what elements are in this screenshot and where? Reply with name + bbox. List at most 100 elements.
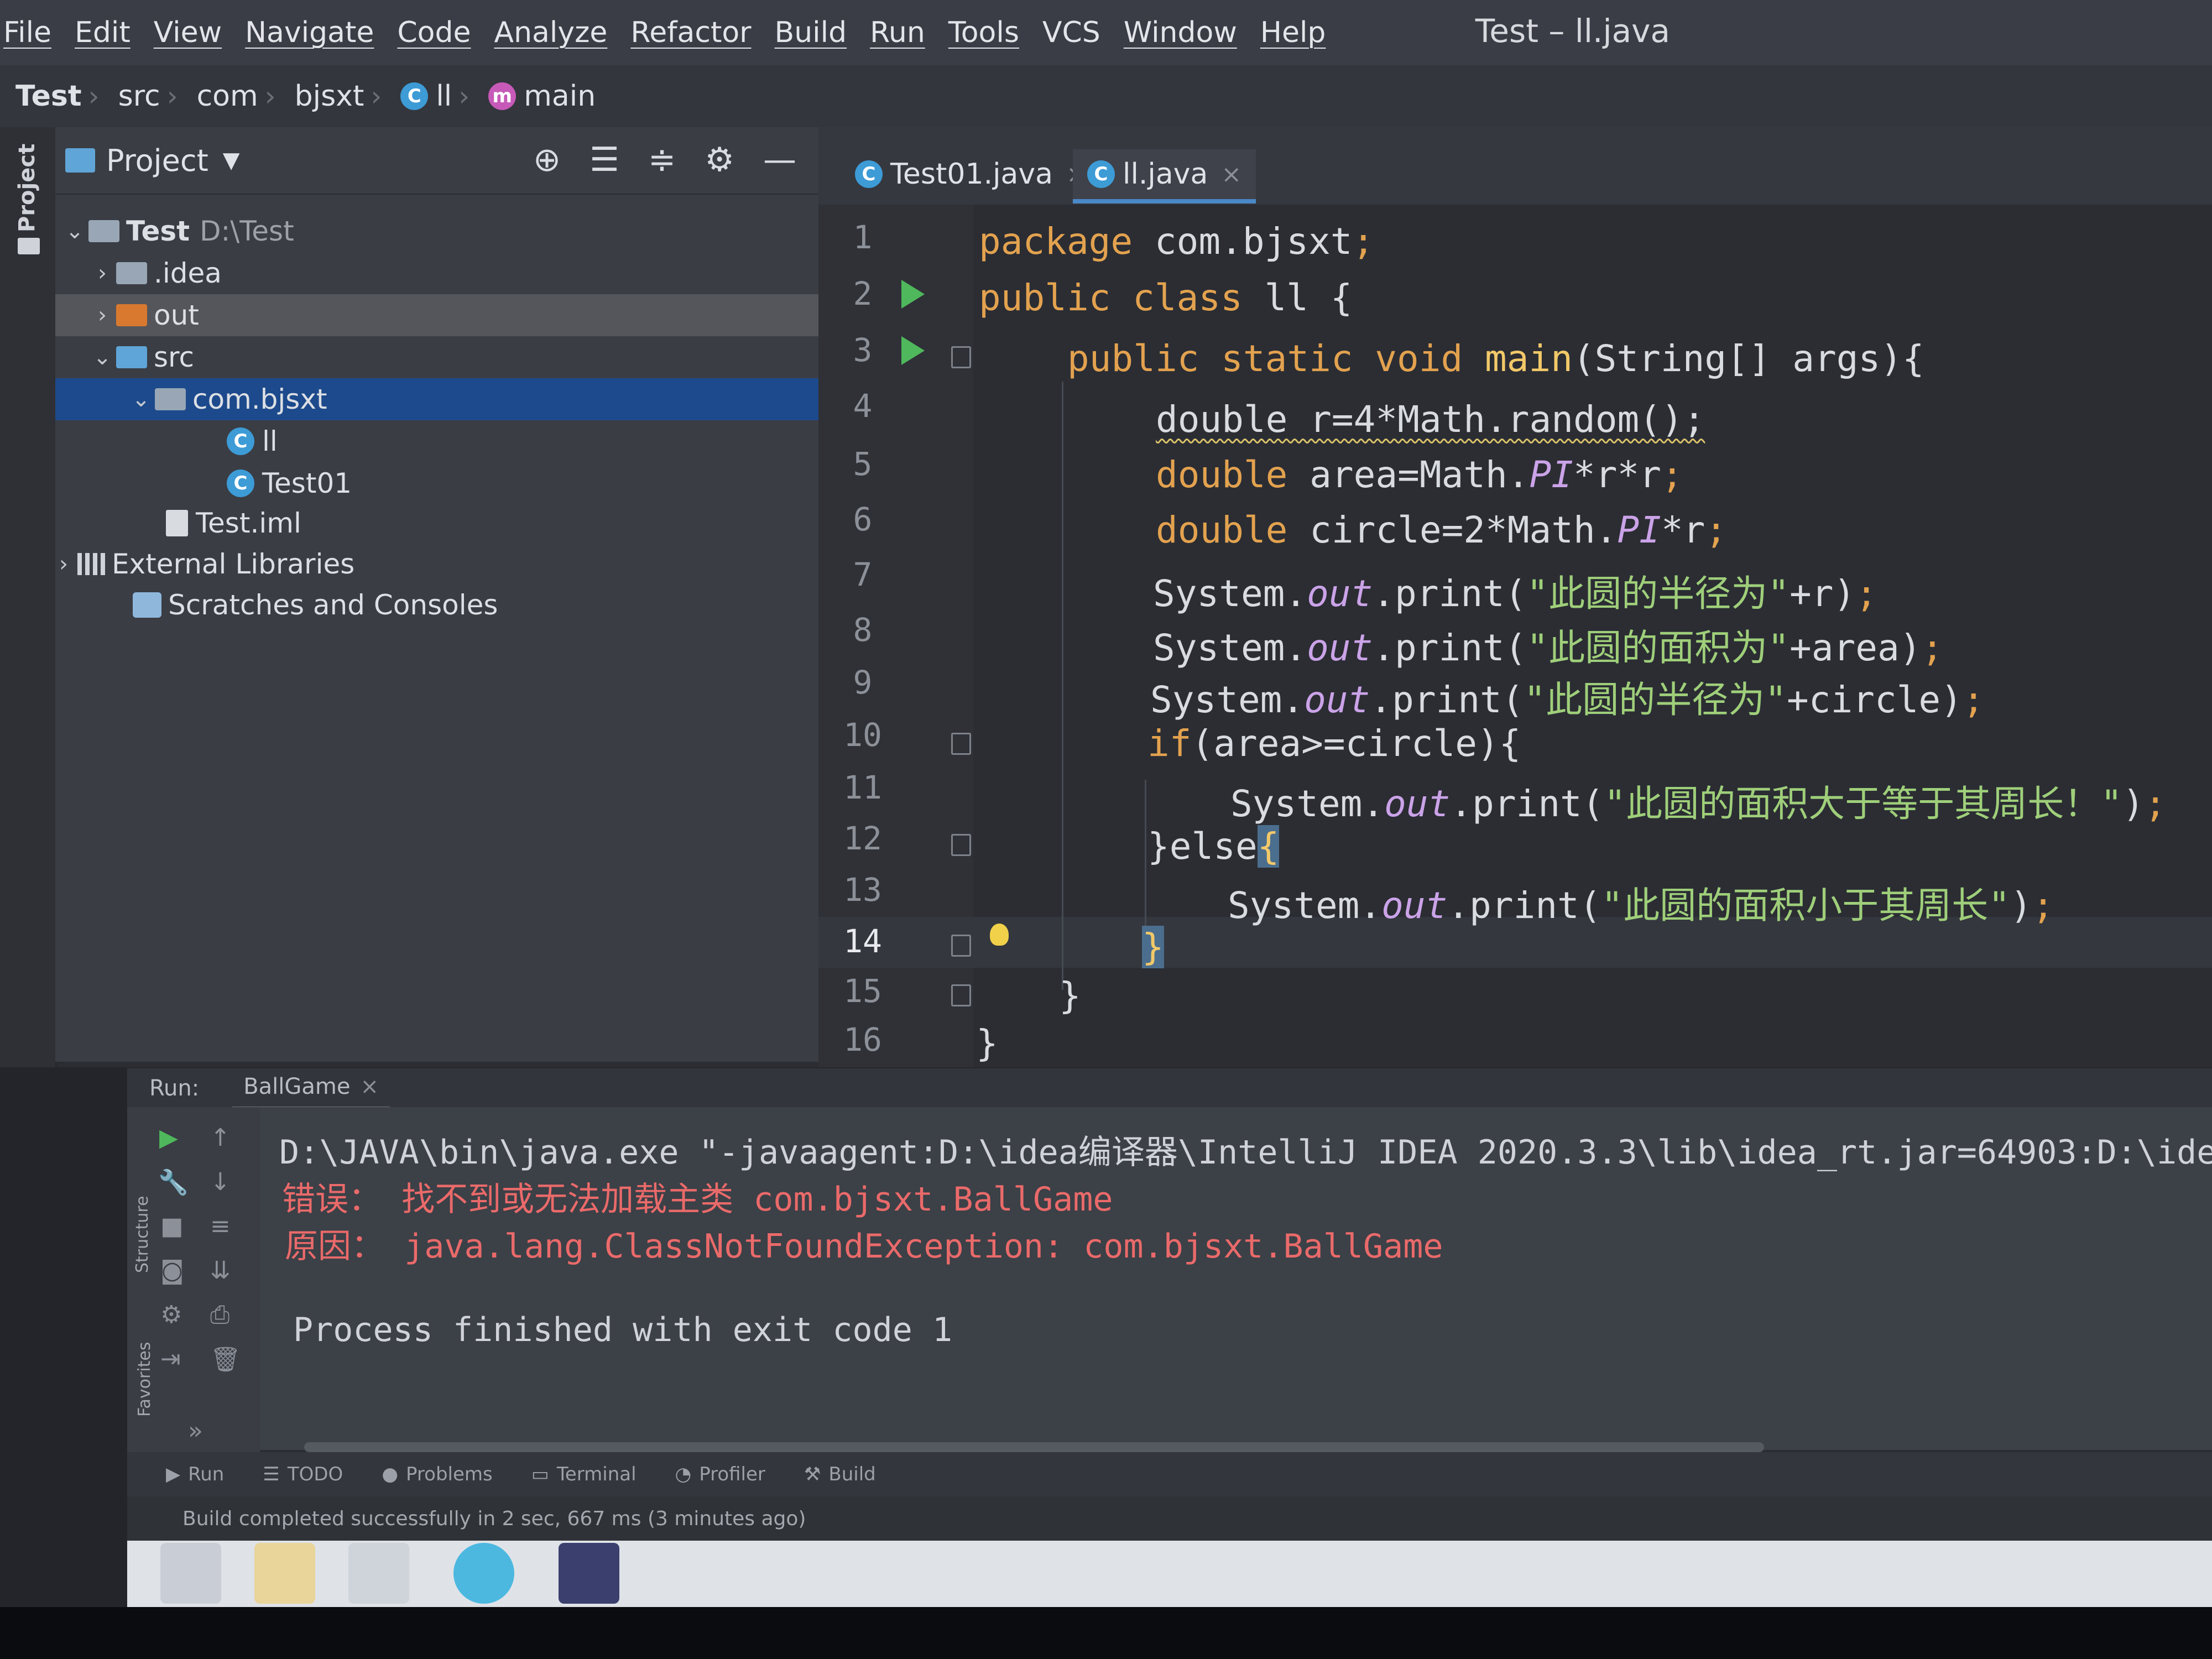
menu-window[interactable]: Window	[1124, 16, 1237, 49]
structure-tool-button[interactable]: Structure	[133, 1196, 152, 1273]
rerun-icon[interactable]: ▶	[159, 1124, 178, 1152]
crumb-com[interactable]: com	[197, 80, 258, 113]
close-icon[interactable]: ×	[1221, 160, 1241, 189]
run-config-tab-label: BallGame	[243, 1074, 351, 1099]
code-token: .print(	[1373, 572, 1527, 615]
chevron-down-icon[interactable]: ⌄	[61, 218, 88, 244]
chevron-down-icon[interactable]: ▼	[223, 148, 240, 173]
run-main-icon[interactable]	[901, 336, 925, 365]
tree-row-out[interactable]: › out	[55, 294, 818, 336]
tab-ll[interactable]: C ll.java ×	[1073, 149, 1256, 204]
code-line-9: System.out.print("此圆的半径为"+circle);	[1150, 670, 1985, 723]
tree-row-class-test01[interactable]: C Test01	[55, 462, 818, 504]
chevron-down-icon[interactable]: ⌄	[88, 345, 116, 370]
taskbar-browser-icon[interactable]	[453, 1543, 514, 1604]
menu-refactor[interactable]: Refactor	[630, 16, 751, 49]
tree-row-external-libraries[interactable]: › External Libraries	[55, 543, 818, 585]
run-config-tab[interactable]: BallGame ×	[232, 1067, 390, 1110]
camera-icon[interactable]: ◙	[160, 1256, 184, 1285]
tree-row-idea[interactable]: › .idea	[55, 252, 818, 294]
taskbar-start-icon[interactable]	[160, 1543, 221, 1604]
menu-help[interactable]: Help	[1260, 16, 1326, 49]
crumb-method[interactable]: m main	[488, 80, 596, 113]
code-token: com.bjsxt	[1133, 220, 1353, 263]
code-token: PI	[1529, 453, 1573, 496]
taskbar-home-icon[interactable]	[348, 1543, 409, 1604]
menu-run[interactable]: Run	[870, 16, 925, 49]
project-panel-tools: ⊕ ☰ ≑ ⚙ —	[533, 140, 796, 179]
tool-tab-profiler[interactable]: ◔ Profiler	[675, 1463, 765, 1485]
run-class-icon[interactable]	[901, 280, 925, 309]
favorites-tool-button[interactable]: Favorites	[135, 1342, 154, 1417]
fold-icon[interactable]	[951, 984, 971, 1006]
fold-icon[interactable]	[951, 935, 971, 957]
tool-tab-build[interactable]: ⚒ Build	[804, 1463, 876, 1485]
project-panel: Project ▼ ⊕ ☰ ≑ ⚙ — ⌄ Test D:\Test › .id…	[55, 127, 818, 1062]
soft-wrap-icon[interactable]: ≡	[210, 1212, 231, 1240]
stop-icon[interactable]: ■	[160, 1212, 184, 1240]
intention-bulb-icon[interactable]	[990, 924, 1009, 946]
tree-row-package[interactable]: ⌄ com.bjsxt	[55, 378, 818, 420]
tool-tab-todo[interactable]: ☰ TODO	[263, 1463, 343, 1485]
code-token: (area>=circle){	[1191, 722, 1521, 765]
menu-navigate[interactable]: Navigate	[245, 16, 374, 49]
menu-file[interactable]: File	[3, 16, 51, 49]
wrench-icon[interactable]: 🔧	[158, 1168, 189, 1197]
arrow-up-icon[interactable]: ↑	[210, 1124, 231, 1152]
settings-icon[interactable]: ⚙	[160, 1301, 182, 1329]
fold-icon[interactable]	[951, 733, 971, 755]
project-view-selector[interactable]: Project	[106, 143, 208, 178]
code-line-6: double circle=2*Math.PI*r;	[1156, 509, 1727, 551]
collapse-all-icon[interactable]: ≑	[648, 140, 676, 179]
exit-icon[interactable]: ⇥	[160, 1345, 181, 1373]
trash-icon[interactable]: 🗑	[210, 1345, 241, 1374]
code-token: ;	[1855, 572, 1877, 615]
horizontal-scrollbar[interactable]	[304, 1442, 1764, 1452]
tree-row-test[interactable]: ⌄ Test D:\Test	[55, 210, 818, 252]
tree-row-iml[interactable]: Test.iml	[55, 502, 818, 544]
tool-tab-problems[interactable]: ● Problems	[382, 1463, 492, 1485]
tree-row-src[interactable]: ⌄ src	[55, 336, 818, 378]
chevron-down-icon[interactable]: ⌄	[127, 387, 155, 412]
locate-icon[interactable]: ⊕	[533, 140, 561, 179]
fold-icon[interactable]	[951, 834, 971, 856]
crumb-class[interactable]: Cll	[400, 80, 452, 113]
arrow-down-icon[interactable]: ↓	[210, 1168, 231, 1196]
chevron-right-icon[interactable]: ›	[88, 302, 116, 328]
code-token: public class	[979, 276, 1243, 319]
project-tool-button[interactable]: Project	[14, 144, 40, 232]
close-icon[interactable]: ×	[360, 1074, 379, 1099]
code-token: package	[979, 220, 1133, 263]
menu-edit[interactable]: Edit	[75, 16, 131, 49]
print-icon[interactable]: ⎙	[210, 1301, 229, 1329]
tool-tab-run[interactable]: ▶ Run	[166, 1463, 224, 1485]
tree-row-scratches[interactable]: Scratches and Consoles	[55, 584, 818, 626]
code-token: ;	[1352, 220, 1375, 263]
crumb-bjsxt[interactable]: bjsxt	[295, 80, 364, 113]
menu-tools[interactable]: Tools	[948, 16, 1019, 49]
scroll-to-end-icon[interactable]: ⇊	[210, 1256, 231, 1285]
tree-row-class-ll[interactable]: C ll	[55, 420, 818, 462]
expand-all-icon[interactable]: ☰	[589, 140, 619, 179]
more-icon[interactable]: »	[188, 1417, 203, 1445]
hide-icon[interactable]: —	[763, 140, 796, 179]
gear-icon[interactable]: ⚙	[705, 140, 734, 179]
crumb-src[interactable]: src	[118, 80, 160, 113]
tree-label: Test01	[262, 467, 352, 499]
menu-view[interactable]: View	[154, 16, 222, 49]
crumb-project[interactable]: Test	[15, 80, 82, 113]
menu-build[interactable]: Build	[775, 16, 847, 49]
taskbar-intellij-icon[interactable]	[559, 1543, 619, 1604]
chevron-right-icon[interactable]: ›	[50, 551, 77, 577]
line-number: 7	[853, 556, 873, 593]
menu-analyze[interactable]: Analyze	[494, 16, 608, 49]
tool-tab-terminal[interactable]: ▭ Terminal	[531, 1463, 637, 1485]
menu-code[interactable]: Code	[397, 16, 471, 49]
line-number-current: 14	[843, 922, 882, 960]
chevron-right-icon[interactable]: ›	[88, 260, 116, 286]
fold-icon[interactable]	[951, 346, 971, 368]
taskbar-folder-icon[interactable]	[254, 1543, 315, 1604]
line-number: 5	[853, 445, 873, 483]
menu-vcs[interactable]: VCS	[1042, 16, 1100, 49]
tab-test01[interactable]: C Test01.java ×	[841, 149, 1101, 199]
